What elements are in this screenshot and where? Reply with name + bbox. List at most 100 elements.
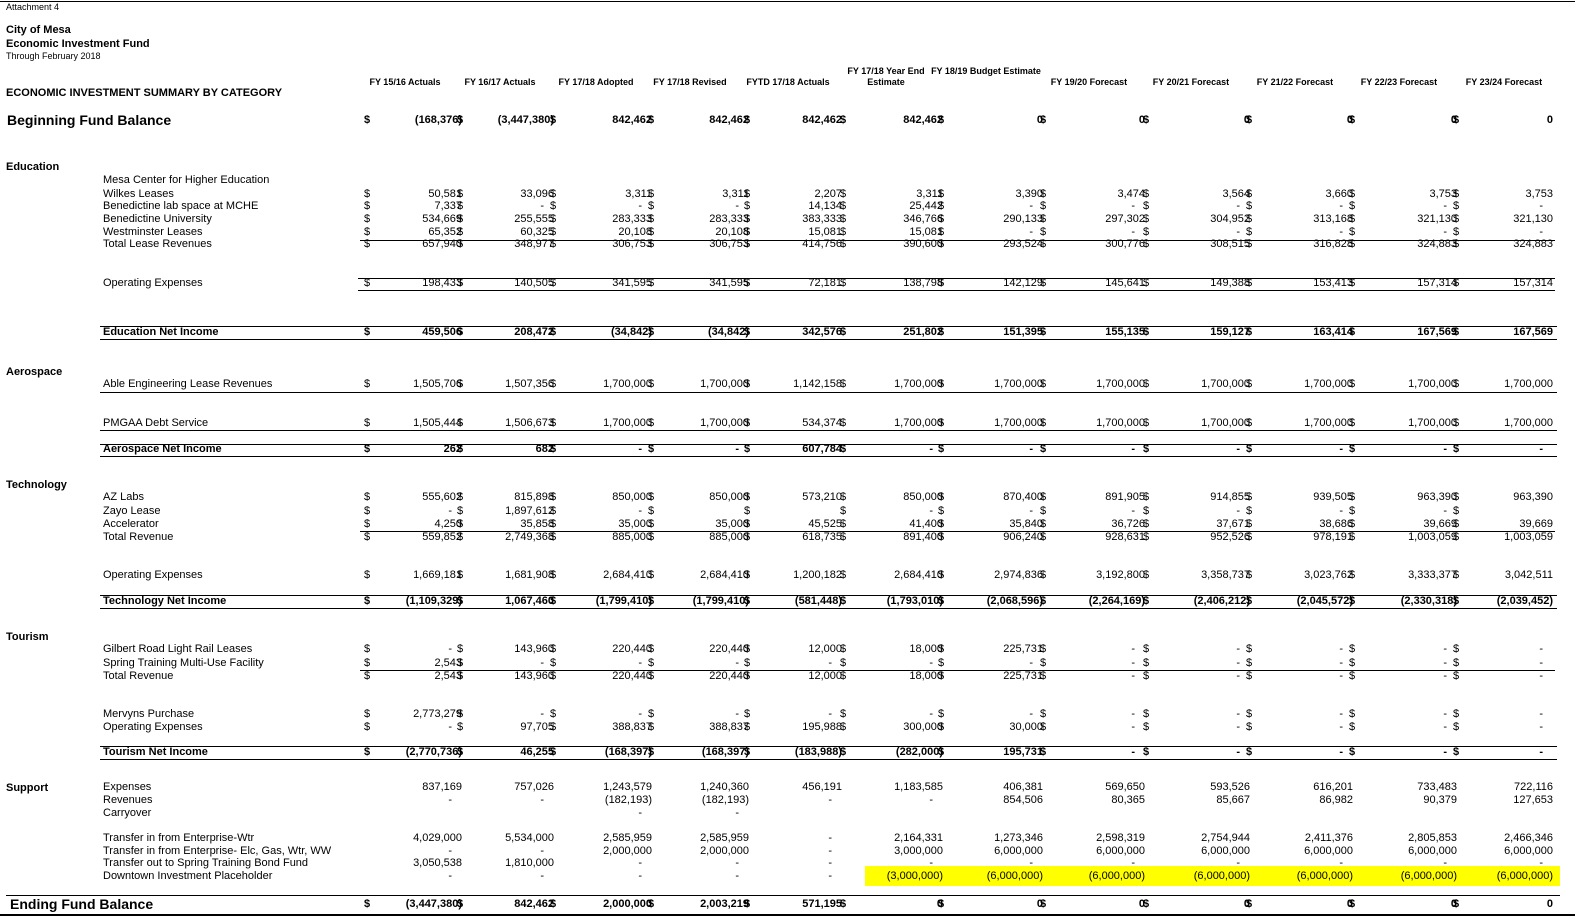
dollar-sign: $	[457, 226, 464, 238]
cell-value: (182,193)	[701, 794, 749, 806]
cell-value: -	[1539, 657, 1543, 669]
cell-value: -	[828, 657, 832, 669]
cell-value: 456,191	[802, 781, 842, 793]
dollar-sign: $	[648, 200, 655, 212]
cell-value: -	[828, 794, 832, 806]
dollar-sign: $	[648, 491, 655, 503]
dollar-sign: $	[840, 657, 847, 669]
dollar-sign: $	[744, 670, 751, 682]
cell-value: -	[1236, 721, 1240, 733]
cell-value: 65,352	[428, 226, 462, 238]
cell-value: 20,108	[715, 226, 749, 238]
cell-value: 157,314	[1417, 277, 1457, 289]
dollar-sign: $	[1143, 518, 1150, 530]
dollar-sign: $	[648, 277, 655, 289]
cell-value: (2,264,169)	[1088, 595, 1145, 607]
cell-value: -	[448, 870, 452, 882]
dollar-sign: $	[1143, 326, 1150, 338]
cell-value: 0	[1036, 898, 1043, 910]
cell-value: 891,400	[903, 531, 943, 543]
period-label: Through February 2018	[6, 51, 101, 61]
row-label: Able Engineering Lease Revenues	[103, 378, 273, 390]
cell-value: 2,598,319	[1096, 832, 1145, 844]
dollar-sign: $	[1040, 518, 1047, 530]
cell-value: 80,365	[1111, 794, 1145, 806]
dollar-sign: $	[1143, 531, 1150, 543]
dollar-sign: $	[364, 213, 371, 225]
dollar-sign: $	[457, 188, 464, 200]
divider-rule	[100, 595, 1557, 596]
row-label: Downtown Investment Placeholder	[103, 870, 273, 882]
dollar-sign: $	[1349, 491, 1356, 503]
dollar-sign: $	[840, 531, 847, 543]
dollar-sign: $	[550, 378, 557, 390]
cell-value: 145,641	[1105, 277, 1145, 289]
cell-value: -	[929, 708, 933, 720]
cell-value: -	[1339, 746, 1343, 758]
dollar-sign: $	[1040, 200, 1047, 212]
dollar-sign: $	[1040, 213, 1047, 225]
cell-value: 167,569	[1513, 326, 1553, 338]
dollar-sign: $	[364, 226, 371, 238]
cell-value: -	[1539, 443, 1543, 455]
cell-value: 127,653	[1513, 794, 1553, 806]
cell-value: -	[1131, 721, 1135, 733]
dollar-sign: $	[938, 569, 945, 581]
dollar-sign: $	[744, 643, 751, 655]
cell-value: -	[929, 505, 933, 517]
dollar-sign: $	[364, 670, 371, 682]
dollar-sign: $	[744, 378, 751, 390]
cell-value: -	[1131, 746, 1135, 758]
dollar-sign: $	[840, 277, 847, 289]
dollar-sign: $	[1453, 200, 1460, 212]
row-label: Operating Expenses	[103, 721, 203, 733]
cell-value: 208,472	[514, 326, 554, 338]
cell-value: 2,411,376	[1304, 832, 1353, 844]
dollar-sign: $	[364, 200, 371, 212]
dollar-sign: $	[1349, 213, 1356, 225]
cell-value: 37,671	[1216, 518, 1250, 530]
dollar-sign: $	[1349, 595, 1356, 607]
cell-value: 262	[443, 443, 462, 455]
cell-value: -	[638, 870, 642, 882]
cell-value: -	[540, 794, 544, 806]
cell-value: 33,096	[520, 188, 554, 200]
dollar-sign: $	[1143, 746, 1150, 758]
dollar-sign: $	[1453, 657, 1460, 669]
row-label: Mervyns Purchase	[103, 708, 195, 720]
cell-value: 2,543	[434, 657, 462, 669]
dollar-sign: $	[938, 746, 945, 758]
dollar-sign: $	[938, 213, 945, 225]
org-name: City of Mesa	[6, 24, 71, 36]
dollar-sign: $	[364, 708, 371, 720]
cell-value: -	[638, 708, 642, 720]
cell-value: 1,700,000	[1096, 417, 1145, 429]
dollar-sign: $	[744, 213, 751, 225]
dollar-sign: $	[1246, 188, 1253, 200]
attachment-label: Attachment 4	[6, 2, 60, 12]
cell-value: 854,506	[1003, 794, 1043, 806]
cell-value: -	[1443, 657, 1447, 669]
dollar-sign: $	[1453, 518, 1460, 530]
dollar-sign: $	[1246, 746, 1253, 758]
dollar-sign: $	[840, 518, 847, 530]
category-technology: Technology	[6, 479, 67, 491]
dollar-sign: $	[457, 505, 464, 517]
cell-value: 1,700,000	[1408, 378, 1457, 390]
dollar-sign: $	[1246, 443, 1253, 455]
cell-value: -	[1339, 657, 1343, 669]
cell-value: -	[540, 657, 544, 669]
dollar-sign: $	[1453, 326, 1460, 338]
dollar-sign: $	[648, 417, 655, 429]
dollar-sign: $	[1143, 898, 1150, 910]
cell-value: -	[1443, 746, 1447, 758]
dollar-sign: $	[1453, 114, 1460, 126]
dollar-sign: $	[1453, 531, 1460, 543]
divider-rule	[358, 290, 1555, 291]
dollar-sign: $	[1349, 746, 1356, 758]
cell-value: 534,374	[802, 417, 842, 429]
cell-value: 607,784	[802, 443, 842, 455]
dollar-sign: $	[1453, 277, 1460, 289]
cell-value: 952,526	[1210, 531, 1250, 543]
cell-value: 6,000,000	[994, 845, 1043, 857]
